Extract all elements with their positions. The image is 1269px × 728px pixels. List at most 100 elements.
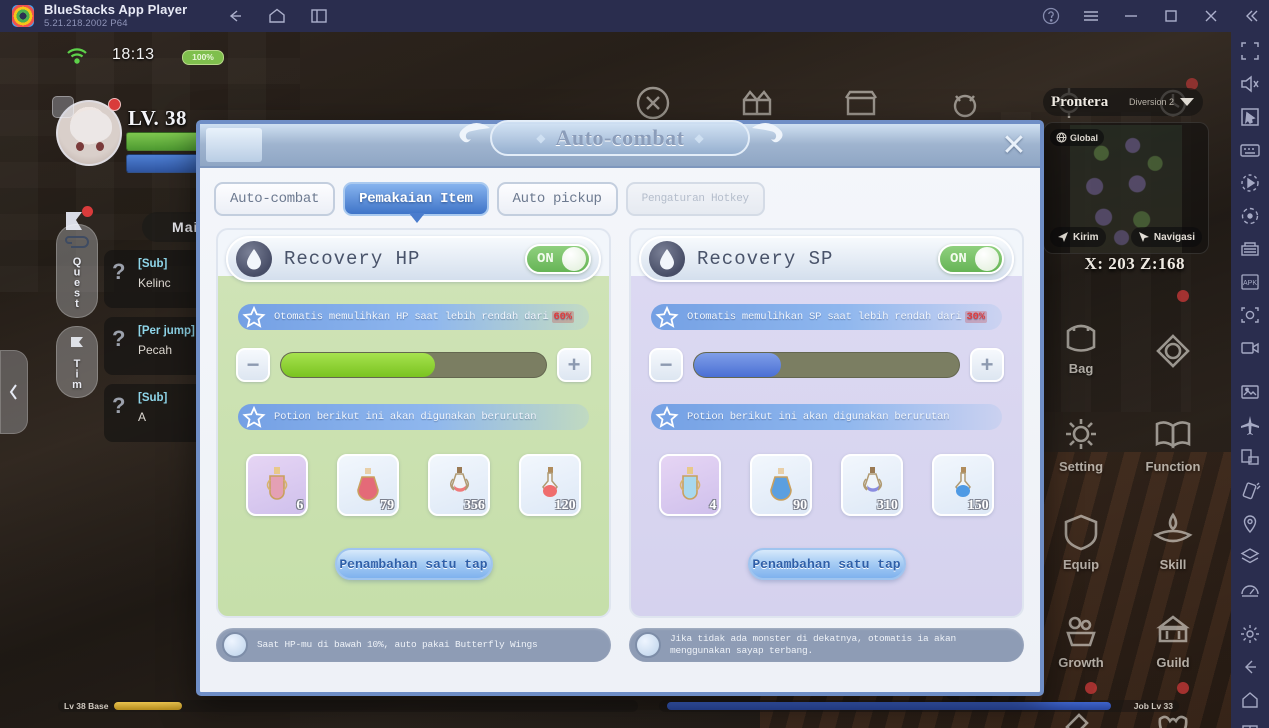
hp-potion-slot[interactable]: 79 [337, 454, 400, 516]
hp-option-toggle[interactable] [222, 632, 248, 658]
hamburger-menu-icon[interactable] [1081, 6, 1101, 26]
back-arrow-icon[interactable] [225, 6, 245, 26]
menu-item-joystick[interactable] [1131, 288, 1215, 376]
minimap-navigate-button[interactable]: Navigasi [1130, 227, 1202, 247]
screen: BlueStacks App Player 5.21.218.2002 P64 [0, 0, 1269, 728]
close-icon[interactable] [1201, 6, 1221, 26]
hp-threshold-slider[interactable] [280, 352, 547, 378]
sidebar-item-tim[interactable]: Tim [56, 325, 98, 398]
collapse-quest-panel-button[interactable] [0, 350, 28, 434]
multi-instance-icon[interactable] [1239, 238, 1261, 260]
avatar-notification-dot [108, 98, 121, 111]
minimap-send-button[interactable]: Kirim [1050, 227, 1106, 247]
hp-potion-slot[interactable]: 356 [427, 454, 490, 516]
help-icon[interactable] [1041, 6, 1061, 26]
sp-potion-slot[interactable]: 310 [840, 454, 903, 516]
hp-potion-count: 6 [296, 498, 304, 513]
layers-icon[interactable] [1239, 546, 1261, 568]
dialog-close-button[interactable]: ✕ [998, 131, 1030, 163]
hp-add-one-tap-button[interactable]: Penambahan satu tap [334, 548, 493, 580]
sp-threshold-slider[interactable] [693, 352, 960, 378]
sp-option-label: Jika tidak ada monster di dekatnya, otom… [670, 633, 957, 656]
location-icon[interactable] [1239, 513, 1261, 535]
hp-potion-slot[interactable]: 6 [246, 454, 309, 516]
menu-item-function[interactable]: Function [1131, 386, 1215, 474]
quest-unknown-icon: ? [112, 259, 126, 284]
collapse-sidebar-icon[interactable] [1241, 6, 1261, 26]
potion-icon [267, 467, 288, 500]
media-manager-icon[interactable] [1239, 381, 1261, 403]
sp-potion-slot[interactable]: 90 [750, 454, 813, 516]
performance-icon[interactable] [1239, 579, 1261, 601]
job-xp-bar: Job Lv 33 [659, 700, 1179, 712]
airplane-mode-icon[interactable] [1239, 414, 1261, 436]
tab-pengaturan-hotkey[interactable]: Pengaturan Hotkey [625, 182, 765, 216]
keyboard-icon[interactable] [1239, 139, 1261, 161]
window-controls [1041, 0, 1261, 32]
plus-icon: + [567, 352, 581, 377]
home-icon[interactable] [1239, 689, 1261, 711]
auto-combat-dialog: ◆ Auto-combat ◆ ✕ Auto-combat Pemakaian … [196, 120, 1044, 696]
menu-item-label: Guild [1156, 655, 1190, 670]
apk-install-icon[interactable]: APK [1239, 271, 1261, 293]
sp-panel-title: Recovery SP [697, 248, 834, 270]
home-icon[interactable] [267, 6, 287, 26]
sp-potion-slot[interactable]: 4 [659, 454, 722, 516]
sp-increase-button[interactable]: + [970, 348, 1004, 382]
minimize-icon[interactable] [1121, 6, 1141, 26]
location-bar[interactable]: Prontera Diversion 2 [1043, 88, 1203, 116]
hp-potion-slot[interactable]: 120 [518, 454, 581, 516]
minimap-navigate-label: Navigasi [1153, 231, 1195, 243]
wifi-icon [66, 48, 88, 64]
menu-item-label: Bag [1068, 361, 1094, 376]
sp-option-toggle[interactable] [635, 632, 661, 658]
sp-flywing-option[interactable]: Jika tidak ada monster di dekatnya, otom… [629, 628, 1024, 662]
menu-item-guild[interactable]: Guild [1131, 582, 1215, 670]
rotate-icon[interactable] [1239, 205, 1261, 227]
tab-auto-combat[interactable]: Auto-combat [214, 182, 336, 216]
shake-icon[interactable] [1239, 480, 1261, 502]
mute-icon[interactable] [1239, 73, 1261, 95]
chevron-down-icon[interactable] [1179, 96, 1195, 108]
potion-icon [680, 467, 701, 500]
back-icon[interactable] [1239, 656, 1261, 678]
tab-pemakaian-item[interactable]: Pemakaian Item [343, 182, 489, 223]
menu-item-growth[interactable]: Growth [1039, 582, 1123, 670]
channel-label: Diversion 2 [1128, 97, 1174, 107]
dialog-footers: Saat HP-mu di bawah 10%, auto pakai Butt… [200, 618, 1040, 662]
screenshot-icon[interactable] [1239, 304, 1261, 326]
macro-icon[interactable] [1239, 172, 1261, 194]
recent-apps-icon[interactable] [1239, 722, 1261, 728]
sp-potion-count: 310 [876, 498, 898, 513]
minimap-global-button[interactable]: Global [1050, 129, 1105, 146]
screen-record-icon[interactable] [1239, 337, 1261, 359]
water-drop-icon [649, 241, 685, 277]
menu-item-bag[interactable]: Bag [1039, 288, 1123, 376]
cursor-icon[interactable] [1239, 106, 1261, 128]
armor-icon [1056, 509, 1106, 555]
menu-item-label: Skill [1159, 557, 1187, 572]
hp-recovery-toggle[interactable]: ON [525, 244, 591, 274]
dialog-title-pill: ◆ Auto-combat ◆ [490, 120, 750, 156]
menu-item-setting[interactable]: Setting [1039, 386, 1123, 474]
sp-recovery-toggle[interactable]: ON [938, 244, 1004, 274]
minimap[interactable]: Global Kirim Navigasi [1043, 122, 1209, 254]
bluestacks-sidebar: APK [1231, 32, 1269, 728]
sp-add-one-tap-button[interactable]: Penambahan satu tap [747, 548, 906, 580]
hp-potion-count: 79 [380, 498, 395, 513]
menu-item-label: Equip [1062, 557, 1100, 572]
menu-item-skill[interactable]: Skill [1131, 484, 1215, 572]
tab-auto-pickup[interactable]: Auto pickup [496, 182, 618, 216]
fullscreen-icon[interactable] [1239, 40, 1261, 62]
maximize-icon[interactable] [1161, 6, 1181, 26]
hp-increase-button[interactable]: + [557, 348, 591, 382]
sp-decrease-button[interactable]: − [649, 348, 683, 382]
multi-instance-icon[interactable] [309, 6, 329, 26]
rotate-screen-icon[interactable] [1239, 447, 1261, 469]
sp-potion-slot[interactable]: 150 [931, 454, 994, 516]
settings-icon[interactable] [1239, 623, 1261, 645]
sidebar-item-quest[interactable]: Quest [56, 224, 98, 318]
hp-butterfly-wings-option[interactable]: Saat HP-mu di bawah 10%, auto pakai Butt… [216, 628, 611, 662]
menu-item-equip[interactable]: Equip [1039, 484, 1123, 572]
hp-decrease-button[interactable]: − [236, 348, 270, 382]
